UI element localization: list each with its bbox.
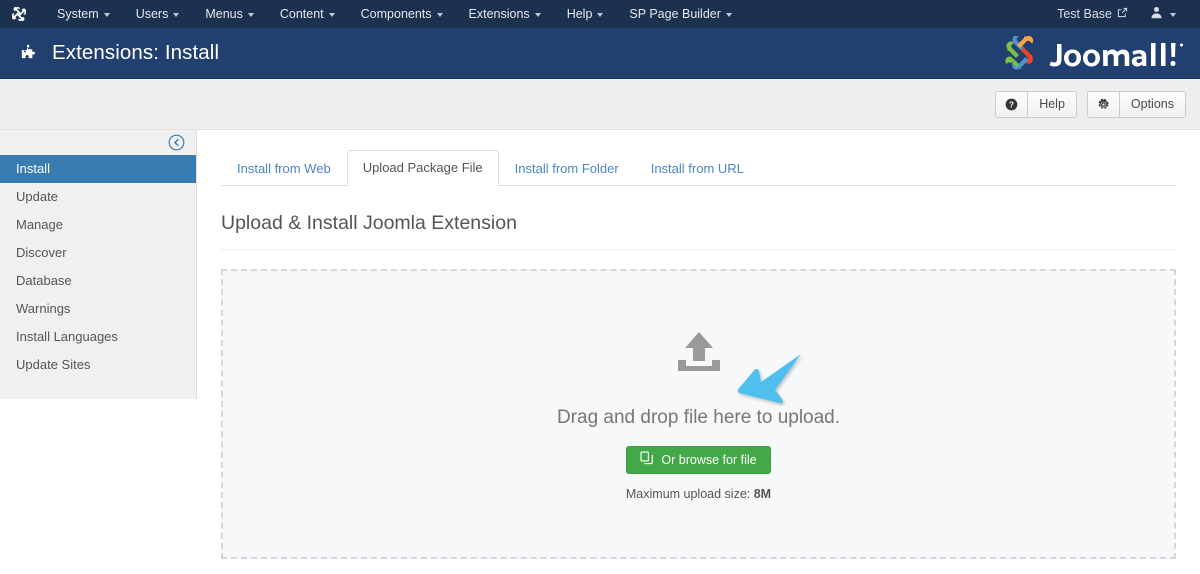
- main-content: Install from Web Upload Package File Ins…: [197, 130, 1200, 559]
- tab-install-from-folder[interactable]: Install from Folder: [499, 151, 635, 186]
- chevron-down-icon: [597, 13, 603, 17]
- topnav-item-help[interactable]: Help: [554, 2, 617, 26]
- help-button[interactable]: ? Help: [995, 91, 1077, 118]
- toolbar: ? Help Options: [0, 79, 1200, 130]
- sidebar-item-discover[interactable]: Discover: [0, 239, 196, 267]
- topnav-label: Help: [567, 7, 593, 21]
- chevron-down-icon: [173, 13, 179, 17]
- topnav-item-users[interactable]: Users: [123, 2, 193, 26]
- chevron-down-icon: [726, 13, 732, 17]
- tab-install-from-web[interactable]: Install from Web: [221, 151, 347, 186]
- sidebar-item-database[interactable]: Database: [0, 267, 196, 295]
- max-upload-size: Maximum upload size: 8M: [626, 487, 771, 501]
- puzzle-piece-icon: [18, 43, 39, 64]
- file-dropzone[interactable]: Drag and drop file here to upload. Or br…: [221, 269, 1176, 559]
- sidebar-toggle-row: [0, 130, 196, 155]
- sidebar-item-warnings[interactable]: Warnings: [0, 295, 196, 323]
- copy-file-icon: [640, 451, 654, 468]
- page-title: Extensions: Install: [52, 41, 219, 65]
- user-icon: [1150, 6, 1163, 22]
- topnav-item-system[interactable]: System: [44, 2, 123, 26]
- page-header: Extensions: Install: [0, 28, 1200, 79]
- user-menu-button[interactable]: [1140, 1, 1186, 27]
- blue-arrow-annotation: [735, 350, 805, 411]
- topnav-label: Components: [361, 7, 432, 21]
- topbar-right-group: Test Base: [1049, 1, 1186, 27]
- topnav-label: Content: [280, 7, 324, 21]
- topnav-item-extensions[interactable]: Extensions: [456, 2, 554, 26]
- chevron-down-icon: [535, 13, 541, 17]
- browse-button-label: Or browse for file: [661, 453, 756, 467]
- sidebar-item-update-sites[interactable]: Update Sites: [0, 351, 196, 379]
- topnav-label: System: [57, 7, 99, 21]
- svg-text:?: ?: [1009, 100, 1014, 109]
- install-method-tabs: Install from Web Upload Package File Ins…: [221, 150, 1176, 186]
- arrow-circle-left-icon[interactable]: [168, 134, 185, 151]
- sidebar-item-manage[interactable]: Manage: [0, 211, 196, 239]
- options-button-label[interactable]: Options: [1119, 91, 1186, 118]
- chevron-down-icon: [104, 13, 110, 17]
- chevron-down-icon: [1170, 13, 1176, 17]
- chevron-down-icon: [437, 13, 443, 17]
- chevron-down-icon: [329, 13, 335, 17]
- sidebar-item-install-languages[interactable]: Install Languages: [0, 323, 196, 351]
- upload-icon: [673, 330, 725, 383]
- tab-upload-package-file[interactable]: Upload Package File: [347, 150, 499, 186]
- joomla-logo: [1001, 36, 1186, 70]
- sidebar-item-install[interactable]: Install: [0, 155, 196, 183]
- admin-topbar: System Users Menus Content Components Ex…: [0, 0, 1200, 28]
- topnav-label: Menus: [205, 7, 243, 21]
- browse-for-file-button[interactable]: Or browse for file: [626, 446, 770, 474]
- sidebar-item-update[interactable]: Update: [0, 183, 196, 211]
- topnav-item-sp-page-builder[interactable]: SP Page Builder: [616, 2, 745, 26]
- dropzone-instruction: Drag and drop file here to upload.: [557, 407, 840, 429]
- upload-icon-wrap: [673, 328, 725, 386]
- topnav-label: Extensions: [469, 7, 530, 21]
- sidebar: Install Update Manage Discover Database …: [0, 130, 197, 399]
- joomla-brand-icon[interactable]: [10, 5, 28, 23]
- topnav-item-menus[interactable]: Menus: [192, 2, 267, 26]
- options-button[interactable]: Options: [1087, 91, 1186, 118]
- max-upload-size-value: 8M: [754, 487, 771, 501]
- topnav-label: SP Page Builder: [629, 7, 721, 21]
- max-upload-size-label: Maximum upload size:: [626, 487, 750, 501]
- topnav-label: Users: [136, 7, 169, 21]
- help-button-label[interactable]: Help: [1027, 91, 1077, 118]
- sidebar-menu: Install Update Manage Discover Database …: [0, 155, 196, 379]
- external-link-icon: [1117, 7, 1128, 21]
- tab-install-from-url[interactable]: Install from URL: [635, 151, 760, 186]
- topnav-item-components[interactable]: Components: [348, 2, 456, 26]
- section-title: Upload & Install Joomla Extension: [221, 212, 1176, 250]
- visit-site-link[interactable]: Test Base: [1049, 2, 1136, 26]
- gear-icon[interactable]: [1087, 91, 1119, 118]
- page-body: Install Update Manage Discover Database …: [0, 130, 1200, 573]
- topnav-item-content[interactable]: Content: [267, 2, 348, 26]
- site-name-label: Test Base: [1057, 7, 1112, 21]
- chevron-down-icon: [248, 13, 254, 17]
- question-circle-icon[interactable]: ?: [995, 91, 1027, 118]
- admin-main-menu: System Users Menus Content Components Ex…: [44, 2, 745, 26]
